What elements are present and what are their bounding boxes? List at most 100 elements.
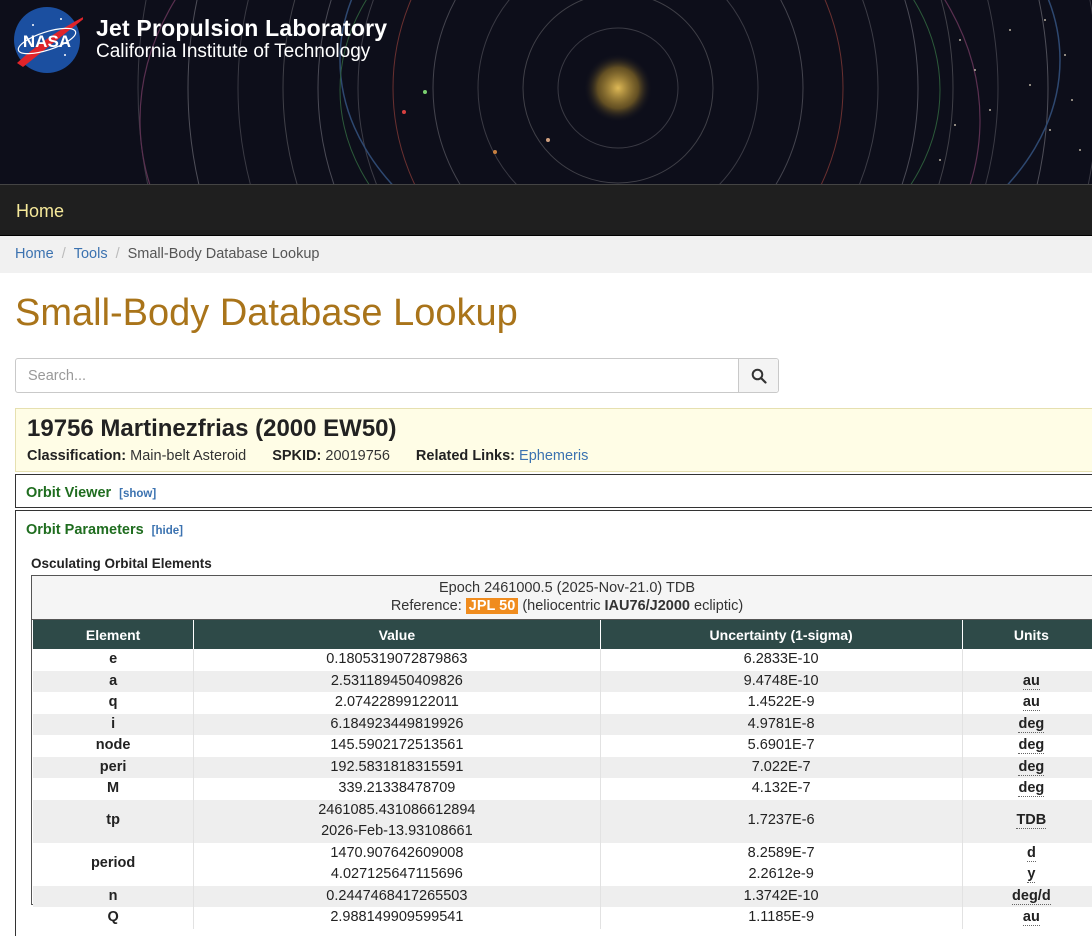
element-uncertainty: 1.3742E-10 — [743, 887, 819, 904]
element-uncertainty-cell: 6.2833E-10 — [599, 649, 963, 671]
table-row: a 2.531189450409826 9.4748E-10 au — [33, 670, 1092, 692]
element-value: 2461085.431086612894 — [318, 801, 476, 818]
table-row: n 0.2447468417265503 1.3742E-10 deg/d — [33, 885, 1092, 907]
orbit-viewer-show-toggle[interactable]: [show] — [119, 488, 156, 500]
element-unit[interactable]: deg — [1018, 758, 1045, 776]
element-unit[interactable]: TDB — [1016, 812, 1047, 830]
table-row: i 6.184923449819926 4.9781E-8 deg — [33, 713, 1092, 735]
element-unit-cell: au — [961, 670, 1092, 692]
element-value: 4.027125647115696 — [330, 866, 463, 882]
orbit-parameters-title: Orbit Parameters — [26, 522, 144, 538]
osculating-elements-title: Osculating Orbital Elements — [31, 556, 212, 571]
element-unit[interactable]: deg — [1018, 715, 1045, 733]
element-unit-cell: deg/d — [961, 885, 1092, 907]
element-value-cell: 2.988149909599541 — [193, 907, 601, 929]
epoch-header: Epoch 2461000.5 (2025-Nov-21.0) TDB Refe… — [32, 576, 1092, 620]
element-unit[interactable]: deg — [1018, 780, 1045, 797]
reference-close: ecliptic) — [694, 598, 744, 614]
element-value: 6.184923449819926 — [330, 715, 464, 732]
element-name[interactable]: node — [33, 735, 194, 757]
element-uncertainty: 5.6901E-7 — [747, 737, 815, 753]
element-value: 1470.907642609008 — [330, 844, 464, 861]
element-unit[interactable]: au — [1022, 909, 1040, 926]
element-name[interactable]: n — [33, 885, 194, 907]
element-uncertainty: 8.2589E-7 — [747, 844, 815, 861]
element-unit-cell: au — [961, 907, 1092, 929]
navbar: Home — [0, 184, 1092, 236]
element-uncertainty-cell: 5.6901E-7 — [599, 735, 963, 757]
element-uncertainty: 4.132E-7 — [751, 780, 811, 796]
orbit-parameters-hide-toggle[interactable]: [hide] — [152, 525, 183, 537]
nasa-logo[interactable]: NASA — [13, 5, 83, 73]
element-uncertainty-cell: 1.4522E-9 — [599, 692, 963, 714]
element-value: 0.1805319072879863 — [326, 651, 468, 667]
element-unit[interactable]: y — [1027, 866, 1036, 883]
element-value-cell: 1470.907642609008 4.027125647115696 — [193, 842, 601, 886]
column-header: Uncertainty (1-sigma) — [599, 620, 963, 649]
element-unit[interactable]: d — [1026, 844, 1036, 862]
breadcrumb: Home / Tools / Small-Body Database Lookup — [0, 236, 1092, 273]
element-unit-cell: dy — [961, 842, 1092, 886]
table-row: period 1470.907642609008 4.027125647115696… — [33, 842, 1092, 886]
element-value-cell: 2.07422899122011 — [193, 692, 601, 714]
breadcrumb-tools[interactable]: Tools — [74, 246, 108, 262]
element-value-cell: 0.1805319072879863 — [193, 649, 601, 671]
element-name[interactable]: e — [33, 649, 194, 671]
element-name[interactable]: i — [33, 713, 194, 735]
element-name[interactable]: period — [33, 843, 194, 886]
related-links-label: Related Links: — [415, 448, 516, 464]
table-header-row: Element Value Uncertainty (1-sigma) Unit… — [33, 620, 1092, 649]
element-uncertainty: 4.9781E-8 — [747, 715, 815, 732]
element-unit-cell: deg — [961, 713, 1092, 735]
nav-home-link[interactable]: Home — [16, 201, 64, 222]
element-uncertainty: 1.4522E-9 — [747, 694, 815, 710]
orbital-elements-box: Epoch 2461000.5 (2025-Nov-21.0) TDB Refe… — [31, 575, 1092, 929]
nasa-logo-text: NASA — [23, 32, 71, 51]
element-value: 339.21338478709 — [338, 780, 456, 796]
element-uncertainty-cell: 8.2589E-7 2.2612e-9 — [599, 842, 963, 886]
element-name[interactable]: a — [33, 670, 194, 692]
element-name[interactable]: q — [33, 692, 194, 714]
element-unit[interactable]: deg/d — [1012, 887, 1051, 905]
reference-badge[interactable]: JPL 50 — [465, 598, 519, 614]
element-value-cell: 0.2447468417265503 — [193, 885, 601, 907]
element-uncertainty: 2.2612e-9 — [748, 866, 814, 882]
element-unit[interactable]: au — [1022, 694, 1040, 711]
table-row: M 339.21338478709 4.132E-7 deg — [33, 778, 1092, 800]
search-button[interactable] — [738, 359, 778, 392]
search-icon — [751, 368, 767, 384]
search-input[interactable] — [16, 359, 738, 392]
classification-value: Main-belt Asteroid — [130, 448, 247, 464]
element-unit[interactable]: deg — [1018, 737, 1045, 754]
epoch-line: Epoch 2461000.5 (2025-Nov-21.0) TDB — [438, 580, 696, 596]
element-value-cell: 2461085.431086612894 2026-Feb-13.93108661 — [193, 799, 601, 843]
element-value: 2026-Feb-13.93108661 — [321, 823, 473, 839]
element-uncertainty-cell: 1.3742E-10 — [599, 885, 963, 907]
breadcrumb-home[interactable]: Home — [15, 246, 54, 262]
ephemeris-link[interactable]: Ephemeris — [519, 448, 588, 464]
element-unit-cell: deg — [961, 756, 1092, 778]
org-subtitle[interactable]: California Institute of Technology — [96, 41, 370, 63]
element-value: 2.07422899122011 — [334, 694, 459, 710]
element-uncertainty: 9.4748E-10 — [743, 672, 819, 689]
element-name[interactable]: M — [33, 778, 194, 800]
element-unit-cell: au — [961, 692, 1092, 714]
element-name[interactable]: peri — [33, 756, 194, 778]
spkid-value: 20019756 — [325, 448, 390, 464]
element-uncertainty-cell: 4.9781E-8 — [599, 713, 963, 735]
element-unit-cell: TDB — [961, 799, 1092, 843]
column-header: Value — [193, 620, 601, 649]
element-name[interactable]: Q — [33, 907, 194, 929]
element-uncertainty-cell: 1.7237E-6 — [599, 799, 963, 843]
element-name[interactable]: tp — [33, 799, 194, 843]
reference-line: Reference: JPL 50 (heliocentric IAU76/J2… — [32, 597, 1092, 615]
element-uncertainty-cell: 7.022E-7 — [599, 756, 963, 778]
element-unit[interactable]: au — [1022, 672, 1040, 690]
element-uncertainty-cell: 1.1185E-9 — [599, 907, 963, 929]
element-value: 192.5831818315591 — [330, 758, 464, 775]
org-title[interactable]: Jet Propulsion Laboratory — [96, 15, 387, 42]
table-row: e 0.1805319072879863 6.2833E-10 — [33, 649, 1092, 671]
element-unit-cell: deg — [961, 735, 1092, 757]
table-row: peri 192.5831818315591 7.022E-7 deg — [33, 756, 1092, 778]
element-unit-cell: deg — [961, 778, 1092, 800]
